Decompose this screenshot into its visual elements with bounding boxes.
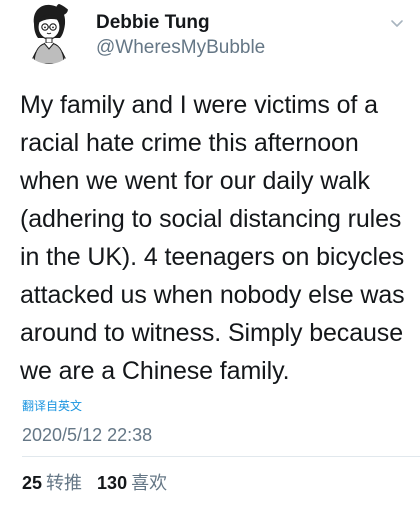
likes-stat[interactable]: 130 喜欢 [97,469,167,495]
cartoon-avatar-icon [30,3,68,64]
tweet-menu-button[interactable] [388,14,406,32]
avatar[interactable] [20,2,78,64]
display-name[interactable]: Debbie Tung [96,12,265,34]
tweet-text-line: My family and I were victims of a [20,91,378,119]
tweet-text-line: in the UK). 4 teenagers on bicycles [20,243,405,271]
engagement-stats: 25 转推 130 喜欢 [22,469,167,495]
tweet-text-line: racial hate crime this afternoon [20,129,359,157]
retweets-label: 转推 [46,473,83,494]
divider [22,456,420,457]
tweet-text-line: when we went for our daily walk [20,167,370,195]
likes-label: 喜欢 [131,473,168,494]
tweet-text-line: attacked us when nobody else was [20,281,405,309]
likes-count: 130 [97,473,128,493]
retweets-stat[interactable]: 25 转推 [22,469,82,495]
translate-link[interactable]: 翻译自英文 [22,397,82,414]
tweet-card: Debbie Tung @WheresMyBubble My family an… [0,0,420,506]
tweet-text-line: (adhering to social distancing rules [20,205,402,233]
user-handle[interactable]: @WheresMyBubble [96,37,265,59]
author-info[interactable]: Debbie Tung @WheresMyBubble [96,12,265,59]
retweets-count: 25 [22,473,43,493]
tweet-text-line: we are a Chinese family. [20,357,290,385]
tweet-text: My family and I were victims of a racial… [20,86,412,390]
tweet-timestamp[interactable]: 2020/5/12 22:38 [22,425,152,446]
tweet-text-line: around to witness. Simply because [20,319,404,347]
chevron-down-icon [391,20,403,27]
